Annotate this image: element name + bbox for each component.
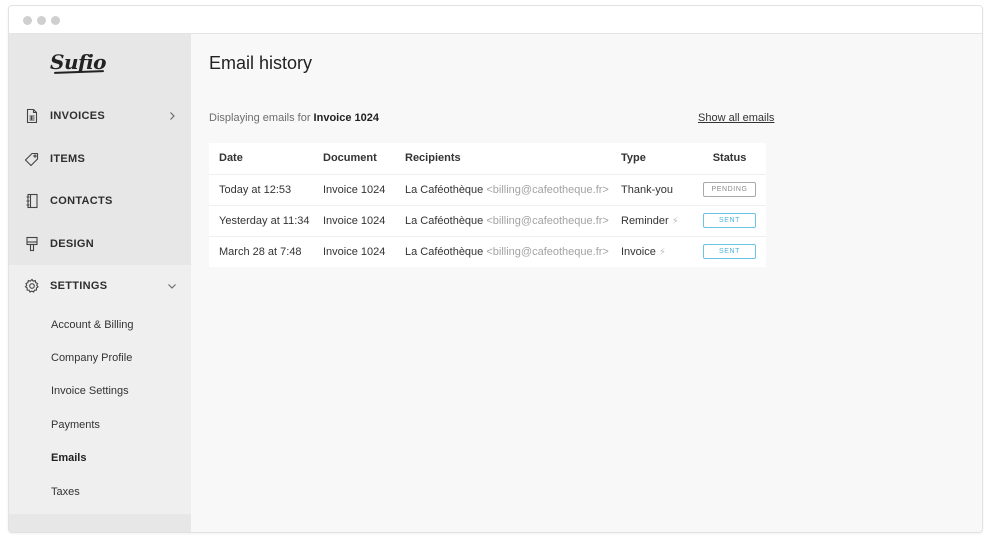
sidebar-item-label: DESIGN <box>50 238 94 250</box>
table-row[interactable]: March 28 at 7:48 Invoice 1024 La Caféoth… <box>209 235 766 267</box>
bolt-icon: ⚡ <box>671 215 679 227</box>
cell-recipients: La Caféothèque <billing@cafeotheque.fr> <box>395 173 611 205</box>
sidebar-subitem-invoice-settings[interactable]: Invoice Settings <box>51 385 129 397</box>
email-type: Invoice <box>621 245 656 258</box>
sidebar-subitem-payments[interactable]: Payments <box>51 419 100 431</box>
filter-description: Displaying emails for Invoice 1024 <box>209 112 379 124</box>
window-maximize-dot[interactable] <box>51 16 60 25</box>
sidebar-item-items[interactable]: ITEMS <box>9 138 191 180</box>
cell-status: PENDING <box>693 173 766 205</box>
email-type: Reminder <box>621 214 669 227</box>
recipient-name: La Caféothèque <box>405 245 484 258</box>
filter-description-prefix: Displaying emails for <box>209 112 311 124</box>
bolt-icon: ⚡ <box>658 246 666 258</box>
sidebar-footer <box>9 514 191 532</box>
cell-document[interactable]: Invoice 1024 <box>313 173 395 205</box>
cell-status: SENT <box>693 235 766 267</box>
cell-date: Yesterday at 11:34 <box>209 204 313 236</box>
cell-status: SENT <box>693 204 766 236</box>
sidebar-item-settings[interactable]: SETTINGS <box>9 265 191 307</box>
show-all-emails-link[interactable]: Show all emails <box>698 112 774 124</box>
sidebar-subitem-account-billing[interactable]: Account & Billing <box>51 319 134 331</box>
sidebar-main-nav: Sufio INVOICES ITEMS CONTACTS DESIGN <box>9 34 191 265</box>
sufio-logo[interactable]: Sufio <box>50 50 107 74</box>
table-row[interactable]: Today at 12:53 Invoice 1024 La Caféothèq… <box>209 173 766 205</box>
sidebar-item-label: ITEMS <box>50 153 86 165</box>
address-book-icon <box>24 193 40 209</box>
cell-document[interactable]: Invoice 1024 <box>313 204 395 236</box>
cell-type: Invoice ⚡ <box>611 235 693 267</box>
email-history-table: Date Document Recipients Type Status Tod… <box>209 143 766 267</box>
cell-date: Today at 12:53 <box>209 173 313 205</box>
sidebar-item-label: INVOICES <box>50 110 105 122</box>
status-badge: SENT <box>703 244 756 260</box>
header-date: Date <box>219 152 243 165</box>
sidebar-item-invoices[interactable]: INVOICES <box>9 95 191 137</box>
sidebar-item-design[interactable]: DESIGN <box>9 223 191 265</box>
cell-date: March 28 at 7:48 <box>209 235 313 267</box>
email-type: Thank-you <box>621 183 673 196</box>
window-minimize-dot[interactable] <box>37 16 46 25</box>
gear-icon <box>24 278 40 294</box>
status-badge: SENT <box>703 213 756 228</box>
window-titlebar <box>9 6 982 34</box>
recipient-name: La Caféothèque <box>405 183 484 196</box>
table-header-row: Date Document Recipients Type Status <box>209 143 766 174</box>
cell-type: Reminder ⚡ <box>611 204 693 236</box>
page-title: Email history <box>209 53 313 73</box>
header-status: Status <box>712 152 747 165</box>
chevron-right-icon <box>167 111 177 121</box>
status-badge: PENDING <box>703 182 756 197</box>
recipient-name: La Caféothèque <box>405 214 484 227</box>
tag-icon <box>24 151 40 167</box>
header-type: Type <box>621 152 646 165</box>
cell-type: Thank-you <box>611 173 693 205</box>
main-content: Email history Displaying emails for Invo… <box>191 34 982 532</box>
cell-recipients: La Caféothèque <billing@cafeotheque.fr> <box>395 235 611 267</box>
sidebar-item-contacts[interactable]: CONTACTS <box>9 180 191 222</box>
cell-recipients: La Caféothèque <billing@cafeotheque.fr> <box>395 204 611 236</box>
sidebar: Sufio INVOICES ITEMS CONTACTS DESIGN SET… <box>9 34 191 532</box>
recipient-email: <billing@cafeotheque.fr> <box>486 183 609 196</box>
sidebar-item-label: CONTACTS <box>50 195 113 207</box>
recipient-email: <billing@cafeotheque.fr> <box>486 214 609 227</box>
sidebar-subitem-taxes[interactable]: Taxes <box>51 486 80 498</box>
filter-document-name: Invoice 1024 <box>313 112 379 124</box>
sidebar-subitem-company-profile[interactable]: Company Profile <box>51 352 132 364</box>
header-document: Document <box>323 152 377 165</box>
paint-roller-icon <box>24 236 40 252</box>
app-window: Sufio INVOICES ITEMS CONTACTS DESIGN SET… <box>8 5 983 533</box>
sidebar-subitem-emails[interactable]: Emails <box>51 452 86 464</box>
sidebar-item-label: SETTINGS <box>50 280 108 292</box>
recipient-email: <billing@cafeotheque.fr> <box>486 245 609 258</box>
table-row[interactable]: Yesterday at 11:34 Invoice 1024 La Caféo… <box>209 204 766 236</box>
document-icon <box>24 108 40 124</box>
window-close-dot[interactable] <box>23 16 32 25</box>
cell-document[interactable]: Invoice 1024 <box>313 235 395 267</box>
chevron-down-icon <box>167 281 177 291</box>
header-recipients: Recipients <box>405 152 461 165</box>
